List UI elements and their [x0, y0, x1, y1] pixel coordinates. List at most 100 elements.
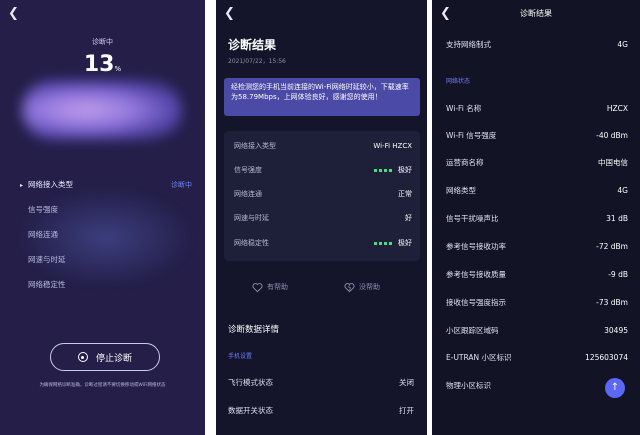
result-date: 2021/07/22，15:56: [228, 58, 286, 65]
detail-row: Wi-Fi 名称 HZCX: [446, 101, 628, 115]
detail-value: 31 dB: [606, 213, 628, 223]
detail-row: Wi-Fi 信号强度 -40 dBm: [446, 128, 628, 142]
result-summary-screen: ❮ 诊断结果 2021/07/22，15:56 经检测您的手机当前连接的Wi-F…: [216, 0, 427, 435]
row-value: 极好: [398, 239, 412, 247]
chevron-left-icon[interactable]: ❮: [8, 6, 24, 22]
detail-label: 网络类型: [446, 185, 476, 195]
detail-value: 125603074: [585, 352, 628, 362]
detail-label: Wi-Fi 名称: [446, 103, 482, 113]
detail-label: 参考信号接收功率: [446, 241, 506, 251]
detail-label: 接收信号强度指示: [446, 297, 506, 307]
step-status: 诊断中: [171, 180, 192, 189]
stop-diagnosis-button[interactable]: 停止诊断: [50, 343, 160, 371]
heart-icon: [252, 282, 263, 292]
progress-glow: [22, 80, 182, 140]
result-details-screen: ❮ 诊断结果 支持网络制式 4G 网络状态 Wi-Fi 名称 HZCX Wi-Fi…: [432, 0, 640, 435]
detail-value: -9 dB: [608, 269, 628, 279]
helpful-button[interactable]: 有帮助: [252, 280, 288, 294]
detail-row: 参考信号接收功率 -72 dBm: [446, 239, 628, 253]
page-title: 诊断结果: [228, 38, 277, 52]
row-value: 正常: [398, 190, 412, 198]
row-label: 网络接入类型: [234, 142, 276, 150]
result-alert: 经检测您的手机当前连接的Wi-Fi网络时延较小，下载速率为58.79Mbps，上…: [224, 78, 420, 116]
row-label: 网络连通: [234, 190, 262, 198]
detail-value: 4G: [617, 39, 628, 49]
helpful-label: 有帮助: [267, 283, 288, 291]
step-item: ▸ 网络接入类型 诊断中: [20, 172, 192, 197]
detail-row: 接收信号强度指示 -73 dBm: [446, 295, 628, 309]
arrow-up-icon[interactable]: ↑: [605, 378, 625, 398]
detail-label: 支持网络制式: [446, 39, 491, 49]
detail-row: 参考信号接收质量 -9 dB: [446, 267, 628, 281]
not-helpful-button[interactable]: 没帮助: [344, 280, 380, 294]
step-item: 信号强度: [20, 197, 192, 222]
row-label: 网速与时延: [234, 214, 269, 222]
detail-row: E-UTRAN 小区标识 125603074: [446, 350, 628, 364]
detail-value: -73 dBm: [596, 297, 628, 307]
section-title: 诊断数据详情: [228, 325, 280, 335]
result-card: 网络接入类型 Wi-Fi HZCX 信号强度 极好 网络连通 正常 网速与时延 …: [224, 131, 420, 261]
row-value: 极好: [398, 166, 412, 174]
detail-value: 4G: [617, 185, 628, 195]
progress-value: 13: [83, 52, 115, 77]
step-label: 网络稳定性: [28, 280, 66, 289]
detail-row: 物理小区标识: [446, 378, 628, 392]
detail-label: 物理小区标识: [446, 380, 491, 390]
step-item: 网络稳定性: [20, 272, 192, 297]
progress-unit: %: [114, 65, 122, 73]
result-row: 信号强度 极好: [234, 160, 412, 180]
result-row: 网络连通 正常: [234, 184, 412, 204]
result-row: 网络接入类型 Wi-Fi HZCX: [234, 136, 412, 156]
stop-diagnosis-label: 停止诊断: [95, 353, 132, 364]
step-label: 信号强度: [28, 205, 58, 214]
diagnosing-screen: ❮ 诊断中 13% ▸ 网络接入类型 诊断中 信号强度 网络连通 网速与时延 网络…: [0, 0, 205, 435]
diagnosis-steps: ▸ 网络接入类型 诊断中 信号强度 网络连通 网速与时延 网络稳定性: [20, 172, 192, 297]
subsection-title: 网络状态: [446, 78, 471, 85]
signal-dots-icon: [374, 241, 392, 245]
detail-label: 运营商名称: [446, 157, 484, 167]
detail-row: 小区跟踪区域码 30495: [446, 323, 628, 337]
row-label: 网络稳定性: [234, 239, 269, 247]
page-title: 诊断中: [92, 38, 113, 46]
detail-row: 运营商名称 中国电信: [446, 155, 628, 169]
detail-row: 支持网络制式 4G: [446, 37, 628, 51]
row-value: Wi-Fi HZCX: [373, 142, 412, 150]
page-title: 诊断结果: [520, 9, 552, 18]
diagnosis-notice: 为确保网络诊断准确，诊断过程请不要切换移动或WiFi网络状态: [39, 383, 166, 388]
signal-dots-icon: [374, 168, 392, 172]
broken-heart-icon: [344, 282, 355, 292]
setting-value: 关闭: [399, 378, 414, 387]
detail-label: 小区跟踪区域码: [446, 325, 499, 335]
detail-label: E-UTRAN 小区标识: [446, 352, 512, 362]
step-item: 网速与时延: [20, 247, 192, 272]
detail-label: 信号干扰噪声比: [446, 213, 499, 223]
row-value: 好: [405, 214, 412, 222]
subsection-title: 手机设置: [228, 353, 253, 360]
chevron-left-icon[interactable]: ❮: [224, 6, 240, 22]
setting-value: 打开: [399, 406, 414, 415]
stop-icon: [77, 352, 88, 362]
detail-value: HZCX: [606, 103, 628, 113]
step-label: 网络连通: [28, 230, 58, 239]
detail-value: 30495: [604, 325, 628, 335]
not-helpful-label: 没帮助: [359, 283, 380, 291]
setting-row: 数据开关状态 打开: [228, 405, 414, 419]
detail-row: 信号干扰噪声比 31 dB: [446, 211, 628, 225]
detail-value: 中国电信: [598, 157, 628, 167]
detail-value: -40 dBm: [596, 130, 628, 140]
setting-label: 数据开关状态: [228, 406, 273, 415]
result-row: 网速与时延 好: [234, 208, 412, 228]
step-label: 网速与时延: [28, 255, 66, 264]
step-label: 网络接入类型: [28, 180, 73, 189]
step-item: 网络连通: [20, 222, 192, 247]
setting-row: 飞行模式状态 关闭: [228, 377, 414, 391]
detail-label: 参考信号接收质量: [446, 269, 506, 279]
detail-value: -72 dBm: [596, 241, 628, 251]
detail-label: Wi-Fi 信号强度: [446, 130, 497, 140]
row-label: 信号强度: [234, 166, 262, 174]
detail-row: 网络类型 4G: [446, 183, 628, 197]
setting-label: 飞行模式状态: [228, 378, 273, 387]
result-row: 网络稳定性 极好: [234, 233, 412, 253]
progress-percent: 13%: [0, 52, 205, 77]
bullet-icon: ▸: [20, 182, 24, 189]
